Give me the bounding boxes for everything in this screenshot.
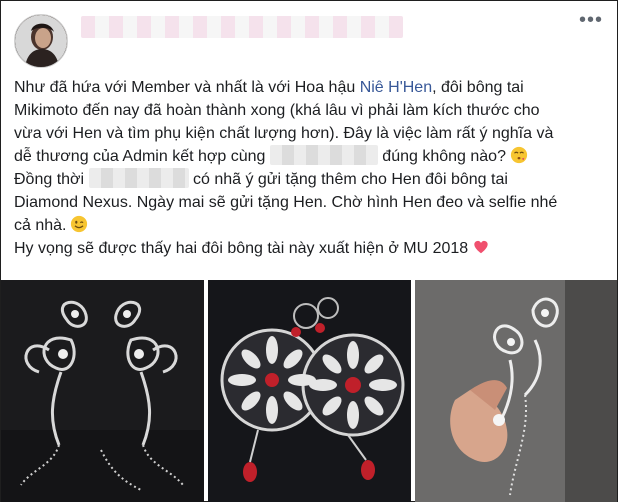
author-name-obscured[interactable] — [81, 16, 403, 38]
photo-grid — [1, 280, 617, 502]
round-crystal-earrings-photo[interactable] — [208, 280, 411, 502]
post-line: Đồng thời có nhã ý gửi tặng thêm cho Hen… — [14, 168, 606, 191]
post-line: Hy vọng sẽ được thấy hai đôi bông tài nà… — [14, 237, 606, 260]
post-line: Diamond Nexus. Ngày mai sẽ gửi tặng Hen.… — [14, 194, 558, 211]
earring-in-hand-photo[interactable] — [415, 280, 617, 502]
facebook-post: ••• Như đã hứa với Member và nhất là với… — [0, 0, 618, 502]
avatar[interactable] — [14, 14, 68, 68]
post-line: cả nhà. — [14, 214, 606, 237]
post-text: Như đã hứa với Member và nhất là với Hoa… — [14, 76, 606, 260]
text-span: dễ thương của Admin kết hợp cùng — [14, 148, 270, 165]
obscured-name — [269, 145, 378, 165]
text-span: Đồng thời — [14, 171, 89, 188]
post-line: dễ thương của Admin kết hợp cùng đúng kh… — [14, 145, 606, 168]
post-line: Như đã hứa với Member và nhất là với Hoa… — [14, 76, 606, 99]
text-span: Hy vọng sẽ được thấy hai đôi bông tài nà… — [14, 240, 469, 257]
text-span: cả nhà. — [14, 217, 67, 234]
obscured-name — [88, 168, 189, 188]
heart-emoji — [474, 240, 488, 254]
peacock-earrings-photo[interactable] — [1, 280, 204, 502]
text-span: có nhã ý gửi tặng thêm cho Hen đôi bông … — [188, 171, 508, 188]
text-span: , đôi bông tai — [432, 79, 524, 96]
text-span: đúng không nào? — [377, 148, 506, 165]
post-line: Mikimoto đến nay đã hoàn thành xong (khá… — [14, 102, 540, 119]
more-options-icon[interactable]: ••• — [579, 10, 603, 30]
winking-face-emoji — [71, 215, 88, 233]
mention-link[interactable]: Niê H'Hen — [360, 79, 432, 96]
post-line: vừa với Hen và tìm phụ kiện chất lượng h… — [14, 125, 554, 142]
text-span: Như đã hứa với Member và nhất là với Hoa… — [14, 79, 360, 96]
kissing-face-emoji — [510, 146, 528, 164]
